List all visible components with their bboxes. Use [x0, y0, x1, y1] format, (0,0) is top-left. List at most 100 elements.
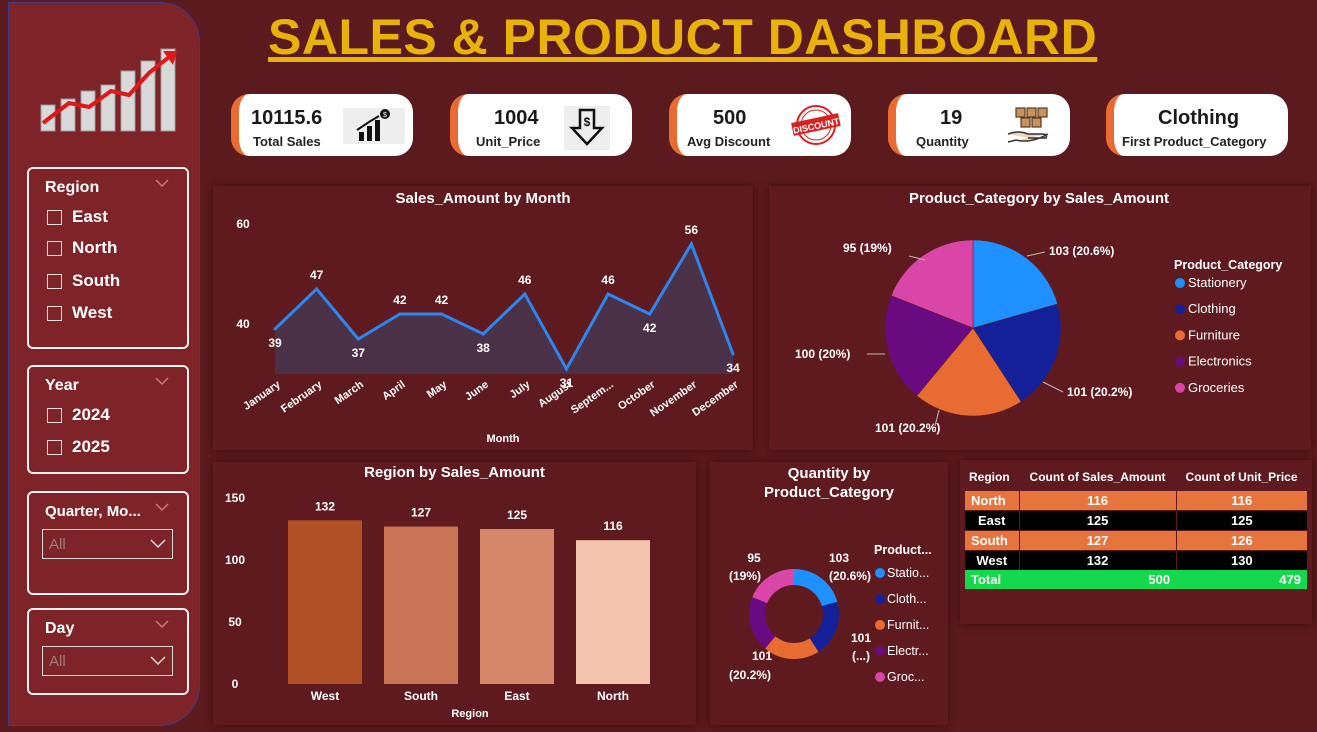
sidebar: Region East North South West Year 2024 2… — [8, 2, 200, 726]
x-tick-label: Septem... — [569, 379, 616, 417]
kpi-card-unit-price: 1004 Unit_Price $ — [450, 94, 632, 156]
data-point — [731, 352, 735, 356]
x-tick-label: South — [404, 689, 438, 703]
legend-marker — [875, 646, 885, 656]
legend-marker — [875, 620, 885, 630]
checkbox[interactable] — [47, 240, 62, 256]
x-tick-label: May — [425, 378, 450, 401]
data-point — [606, 292, 610, 296]
data-label: 34 — [726, 361, 740, 375]
year-option-2024[interactable]: 2024 — [47, 405, 110, 425]
legend-item: Stationery — [1188, 275, 1247, 290]
legend-title: Product_Category — [1174, 258, 1282, 272]
data-point — [273, 327, 277, 331]
y-tick-label: 0 — [232, 677, 239, 691]
data-label: 101 — [851, 631, 871, 645]
kpi-card-quantity: 19 Quantity — [888, 94, 1070, 156]
legend-marker — [1175, 382, 1185, 393]
kpi-value: 19 — [940, 107, 963, 129]
bar — [576, 540, 650, 684]
total-cell: 479 — [1279, 572, 1301, 587]
table-row[interactable]: East 125 125 — [965, 510, 1307, 531]
table-cell: 130 — [1230, 553, 1253, 568]
data-point — [689, 242, 693, 246]
data-label: 101 (20.2%) — [1067, 385, 1132, 399]
table-row[interactable]: West 132 130 — [965, 550, 1307, 570]
legend-item: Clothing — [1188, 301, 1236, 316]
x-tick-label: December — [690, 378, 741, 419]
table-row[interactable]: North 116 116 — [965, 490, 1307, 511]
svg-text:$: $ — [584, 115, 591, 129]
day-slicer: Day All — [27, 608, 189, 695]
line-chart: 40 60 39 January 47 February 37 March 42 April 42 M… — [236, 217, 741, 445]
row-label: South — [965, 530, 1020, 551]
table-cell: 126 — [1230, 533, 1253, 548]
checkbox[interactable] — [47, 273, 62, 289]
checkbox[interactable] — [47, 407, 62, 423]
legend-marker — [875, 568, 885, 578]
legend-title: Product... — [874, 543, 932, 557]
y-tick-label: 100 — [225, 553, 245, 567]
chevron-down-icon[interactable] — [155, 376, 169, 386]
table-cell: 116 — [1231, 493, 1253, 508]
kpi-label: First Product_Category — [1122, 134, 1267, 149]
data-point — [440, 312, 444, 316]
x-tick-label: West — [311, 689, 339, 703]
quarter-slicer: Quarter, Mo... All — [27, 491, 189, 595]
legend-marker — [1175, 330, 1185, 341]
data-label: 125 — [507, 508, 527, 522]
chevron-down-icon[interactable] — [155, 502, 169, 512]
region-slicer: Region East North South West — [27, 167, 189, 349]
boxes-hand-icon — [1007, 107, 1049, 143]
data-point — [356, 337, 360, 341]
discount-stamp-icon: DISCOUNT — [791, 105, 841, 145]
option-label: East — [72, 207, 108, 226]
kpi-value: 1004 — [494, 107, 539, 129]
table-row[interactable]: South 127 126 — [965, 530, 1307, 551]
table-cell: 127 — [1019, 530, 1177, 551]
legend-item: Furniture — [1188, 327, 1240, 342]
chevron-down-icon[interactable] — [155, 178, 169, 188]
quarter-dropdown[interactable]: All — [42, 529, 173, 559]
day-dropdown[interactable]: All — [42, 646, 173, 676]
legend-marker — [875, 672, 885, 682]
data-label: 95 — [747, 551, 761, 565]
table-header-row: Region Count of Sales_Amount Count of Un… — [965, 464, 1307, 491]
checkbox[interactable] — [47, 439, 62, 455]
chevron-down-icon[interactable] — [155, 619, 169, 629]
region-option-north[interactable]: North — [47, 238, 117, 258]
bar — [480, 529, 554, 684]
checkbox[interactable] — [47, 209, 62, 225]
column-header-count-unit-price[interactable]: Count of Unit_Price — [1176, 464, 1307, 491]
region-option-west[interactable]: West — [47, 303, 112, 323]
total-label: Total — [971, 572, 1002, 587]
quarter-slicer-title: Quarter, Mo... — [45, 503, 141, 520]
year-option-2025[interactable]: 2025 — [47, 437, 110, 457]
x-tick-label: East — [504, 689, 529, 703]
data-point — [481, 332, 485, 336]
data-label: 101 — [752, 649, 772, 663]
option-label: West — [72, 303, 113, 322]
legend-item: Electr... — [887, 644, 929, 658]
legend-item: Groc... — [887, 670, 925, 684]
region-option-south[interactable]: South — [47, 271, 120, 291]
y-tick-label: 40 — [236, 317, 250, 331]
column-header-region[interactable]: Region — [965, 464, 1019, 491]
legend-marker — [1175, 278, 1185, 288]
data-label: 101 (20.2%) — [875, 421, 940, 435]
x-tick-label: August — [536, 378, 574, 410]
year-slicer-title: Year — [45, 377, 79, 394]
kpi-value: 500 — [713, 107, 747, 129]
region-option-east[interactable]: East — [47, 207, 108, 227]
chevron-down-icon — [150, 656, 166, 666]
x-tick-label: March — [333, 378, 367, 407]
x-tick-label: February — [279, 378, 325, 415]
price-down-icon: $ — [564, 106, 610, 150]
kpi-label: Quantity — [916, 134, 969, 149]
checkbox[interactable] — [47, 305, 62, 321]
year-slicer: Year 2024 2025 — [27, 365, 189, 474]
kpi-card-avg-discount: 500 Avg Discount DISCOUNT — [669, 94, 851, 156]
legend-item: Groceries — [1188, 380, 1245, 395]
column-header-count-sales[interactable]: Count of Sales_Amount — [1019, 464, 1176, 491]
growth-chart-icon: $ — [343, 108, 405, 144]
